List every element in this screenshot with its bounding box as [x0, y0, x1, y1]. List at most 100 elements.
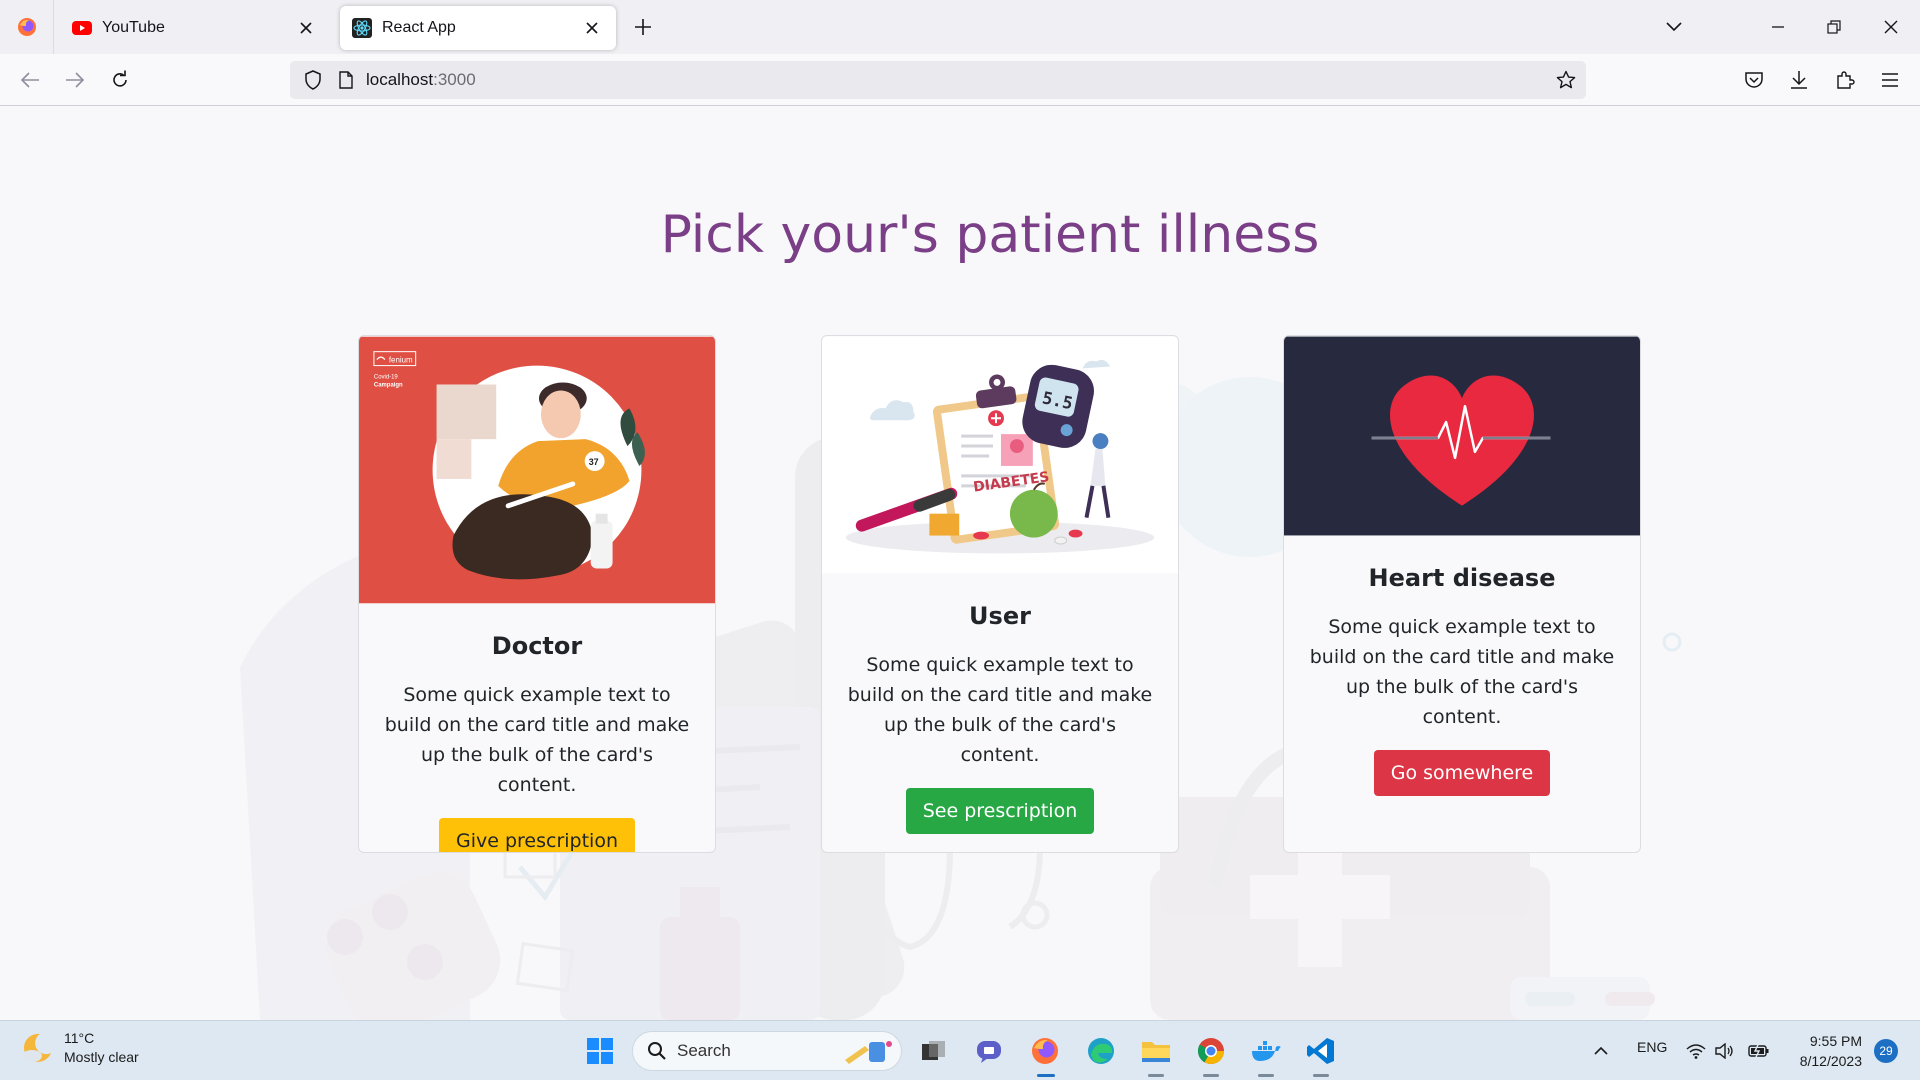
firefox-view-button[interactable]: [0, 0, 54, 54]
heart-illustration: [1284, 336, 1640, 536]
url-port: :3000: [433, 70, 476, 89]
reload-button[interactable]: [104, 65, 136, 95]
quick-settings-button[interactable]: [1680, 1031, 1740, 1071]
tracking-protection-shield-icon[interactable]: [302, 69, 324, 91]
react-icon: [352, 18, 372, 38]
url-text[interactable]: localhost:3000: [366, 70, 476, 90]
extensions-button[interactable]: [1829, 65, 1861, 95]
battery-status[interactable]: [1744, 1031, 1774, 1071]
system-clock[interactable]: 9:55 PM 8/12/2023: [1790, 1031, 1862, 1071]
input-language[interactable]: ENG: [1637, 1039, 1667, 1055]
firefox-taskbar-button[interactable]: [1025, 1031, 1065, 1071]
running-app-indicator: [1148, 1074, 1164, 1077]
diabetes-illustration: DIABETES 5.5: [822, 336, 1178, 574]
plus-icon: [635, 19, 651, 35]
chrome-button[interactable]: [1191, 1031, 1231, 1071]
close-tab-icon[interactable]: [580, 16, 604, 40]
card-title: Doctor: [491, 632, 583, 660]
page-viewport: Pick your's patient illness fenium Covid…: [0, 107, 1920, 1020]
docker-icon: [1252, 1041, 1281, 1061]
download-icon: [1791, 71, 1807, 89]
minimize-icon: [1772, 26, 1784, 28]
task-view-icon: [922, 1041, 945, 1060]
chevron-up-icon: [1594, 1046, 1608, 1055]
running-app-indicator: [1313, 1074, 1329, 1077]
card-doctor: fenium Covid-19 Campaign 37 Doctor Some …: [358, 335, 716, 853]
volume-icon: [1715, 1043, 1733, 1059]
list-all-tabs-button[interactable]: [1659, 12, 1689, 42]
teams-chat-button[interactable]: [969, 1031, 1009, 1071]
weather-temperature: 11°C: [64, 1030, 95, 1046]
file-explorer-button[interactable]: [1136, 1031, 1176, 1071]
image-caption-line2: Campaign: [374, 382, 403, 388]
see-prescription-button[interactable]: See prescription: [905, 788, 1095, 834]
edge-icon: [1088, 1038, 1114, 1064]
clock-date: 8/12/2023: [1799, 1053, 1862, 1069]
youtube-icon: [72, 18, 92, 38]
tab-youtube[interactable]: YouTube: [60, 6, 330, 50]
navigation-toolbar: localhost:3000: [0, 54, 1920, 106]
close-tab-icon[interactable]: [294, 16, 318, 40]
edge-button[interactable]: [1081, 1031, 1121, 1071]
firefox-icon: [17, 18, 36, 36]
taskbar-search[interactable]: Search: [632, 1031, 902, 1071]
chat-icon: [977, 1041, 1001, 1063]
vscode-icon: [1307, 1038, 1334, 1064]
restore-icon: [1827, 20, 1841, 34]
url-host: localhost: [366, 70, 434, 89]
minimize-button[interactable]: [1763, 12, 1793, 42]
app-menu-button[interactable]: [1874, 65, 1906, 95]
new-tab-button[interactable]: [628, 15, 658, 39]
address-bar[interactable]: localhost:3000: [290, 61, 1586, 99]
active-app-indicator: [1037, 1074, 1055, 1077]
weather-description: Mostly clear: [64, 1049, 139, 1065]
forward-button[interactable]: [59, 65, 91, 95]
puzzle-icon: [1837, 71, 1855, 89]
card-title: Heart disease: [1368, 564, 1556, 592]
doctor-illustration: fenium Covid-19 Campaign 37: [359, 336, 715, 604]
card-heart-disease: Heart disease Some quick example text to…: [1283, 335, 1641, 853]
task-view-button[interactable]: [914, 1031, 954, 1071]
bookmark-star-icon[interactable]: [1554, 68, 1578, 92]
pocket-button[interactable]: [1738, 65, 1770, 95]
close-window-button[interactable]: [1876, 12, 1906, 42]
go-somewhere-button[interactable]: Go somewhere: [1373, 750, 1551, 796]
hamburger-menu-icon: [1882, 73, 1898, 87]
give-prescription-button[interactable]: Give prescription: [438, 818, 635, 852]
search-highlight-icon: [845, 1041, 892, 1064]
search-icon: [648, 1042, 666, 1060]
windows-logo-icon: [587, 1038, 613, 1064]
chevron-down-icon: [1666, 22, 1682, 32]
weather-widget[interactable]: 11°C Mostly clear: [18, 1029, 139, 1067]
firefox-icon: [1032, 1038, 1058, 1064]
show-hidden-icons-button[interactable]: [1586, 1031, 1616, 1071]
battery-charging-icon: [1748, 1044, 1769, 1058]
card-user: DIABETES 5.5 User Some quick example tex…: [821, 335, 1179, 853]
restore-button[interactable]: [1819, 12, 1849, 42]
tab-title: React App: [382, 19, 456, 36]
back-button[interactable]: [14, 65, 46, 95]
reload-icon: [113, 70, 127, 87]
search-label: Search: [677, 1041, 731, 1060]
tab-strip: YouTube React App: [0, 0, 1920, 54]
windows-taskbar: 11°C Mostly clear Search ENG 9:55 PM 8/1…: [0, 1020, 1920, 1080]
moon-weather-icon: [22, 1033, 51, 1062]
folder-icon: [1142, 1042, 1170, 1062]
image-caption-line1: Covid-19: [374, 375, 399, 381]
docker-button[interactable]: [1246, 1031, 1286, 1071]
tab-title: YouTube: [102, 19, 165, 36]
page-title: Pick your's patient illness: [660, 205, 1320, 265]
downloads-button[interactable]: [1783, 65, 1815, 95]
start-button[interactable]: [580, 1031, 620, 1071]
image-caption-brand: fenium: [389, 356, 413, 365]
card-text: Some quick example text to build on the …: [1309, 616, 1615, 728]
card-text: Some quick example text to build on the …: [384, 684, 690, 796]
card-title: User: [969, 602, 1031, 630]
card-text: Some quick example text to build on the …: [847, 654, 1153, 766]
vscode-button[interactable]: [1301, 1031, 1341, 1071]
wifi-icon: [1686, 1044, 1706, 1059]
tab-react-app[interactable]: React App: [340, 6, 616, 50]
close-icon: [1884, 20, 1898, 34]
notification-badge[interactable]: 29: [1874, 1039, 1898, 1063]
page-icon[interactable]: [336, 69, 356, 91]
